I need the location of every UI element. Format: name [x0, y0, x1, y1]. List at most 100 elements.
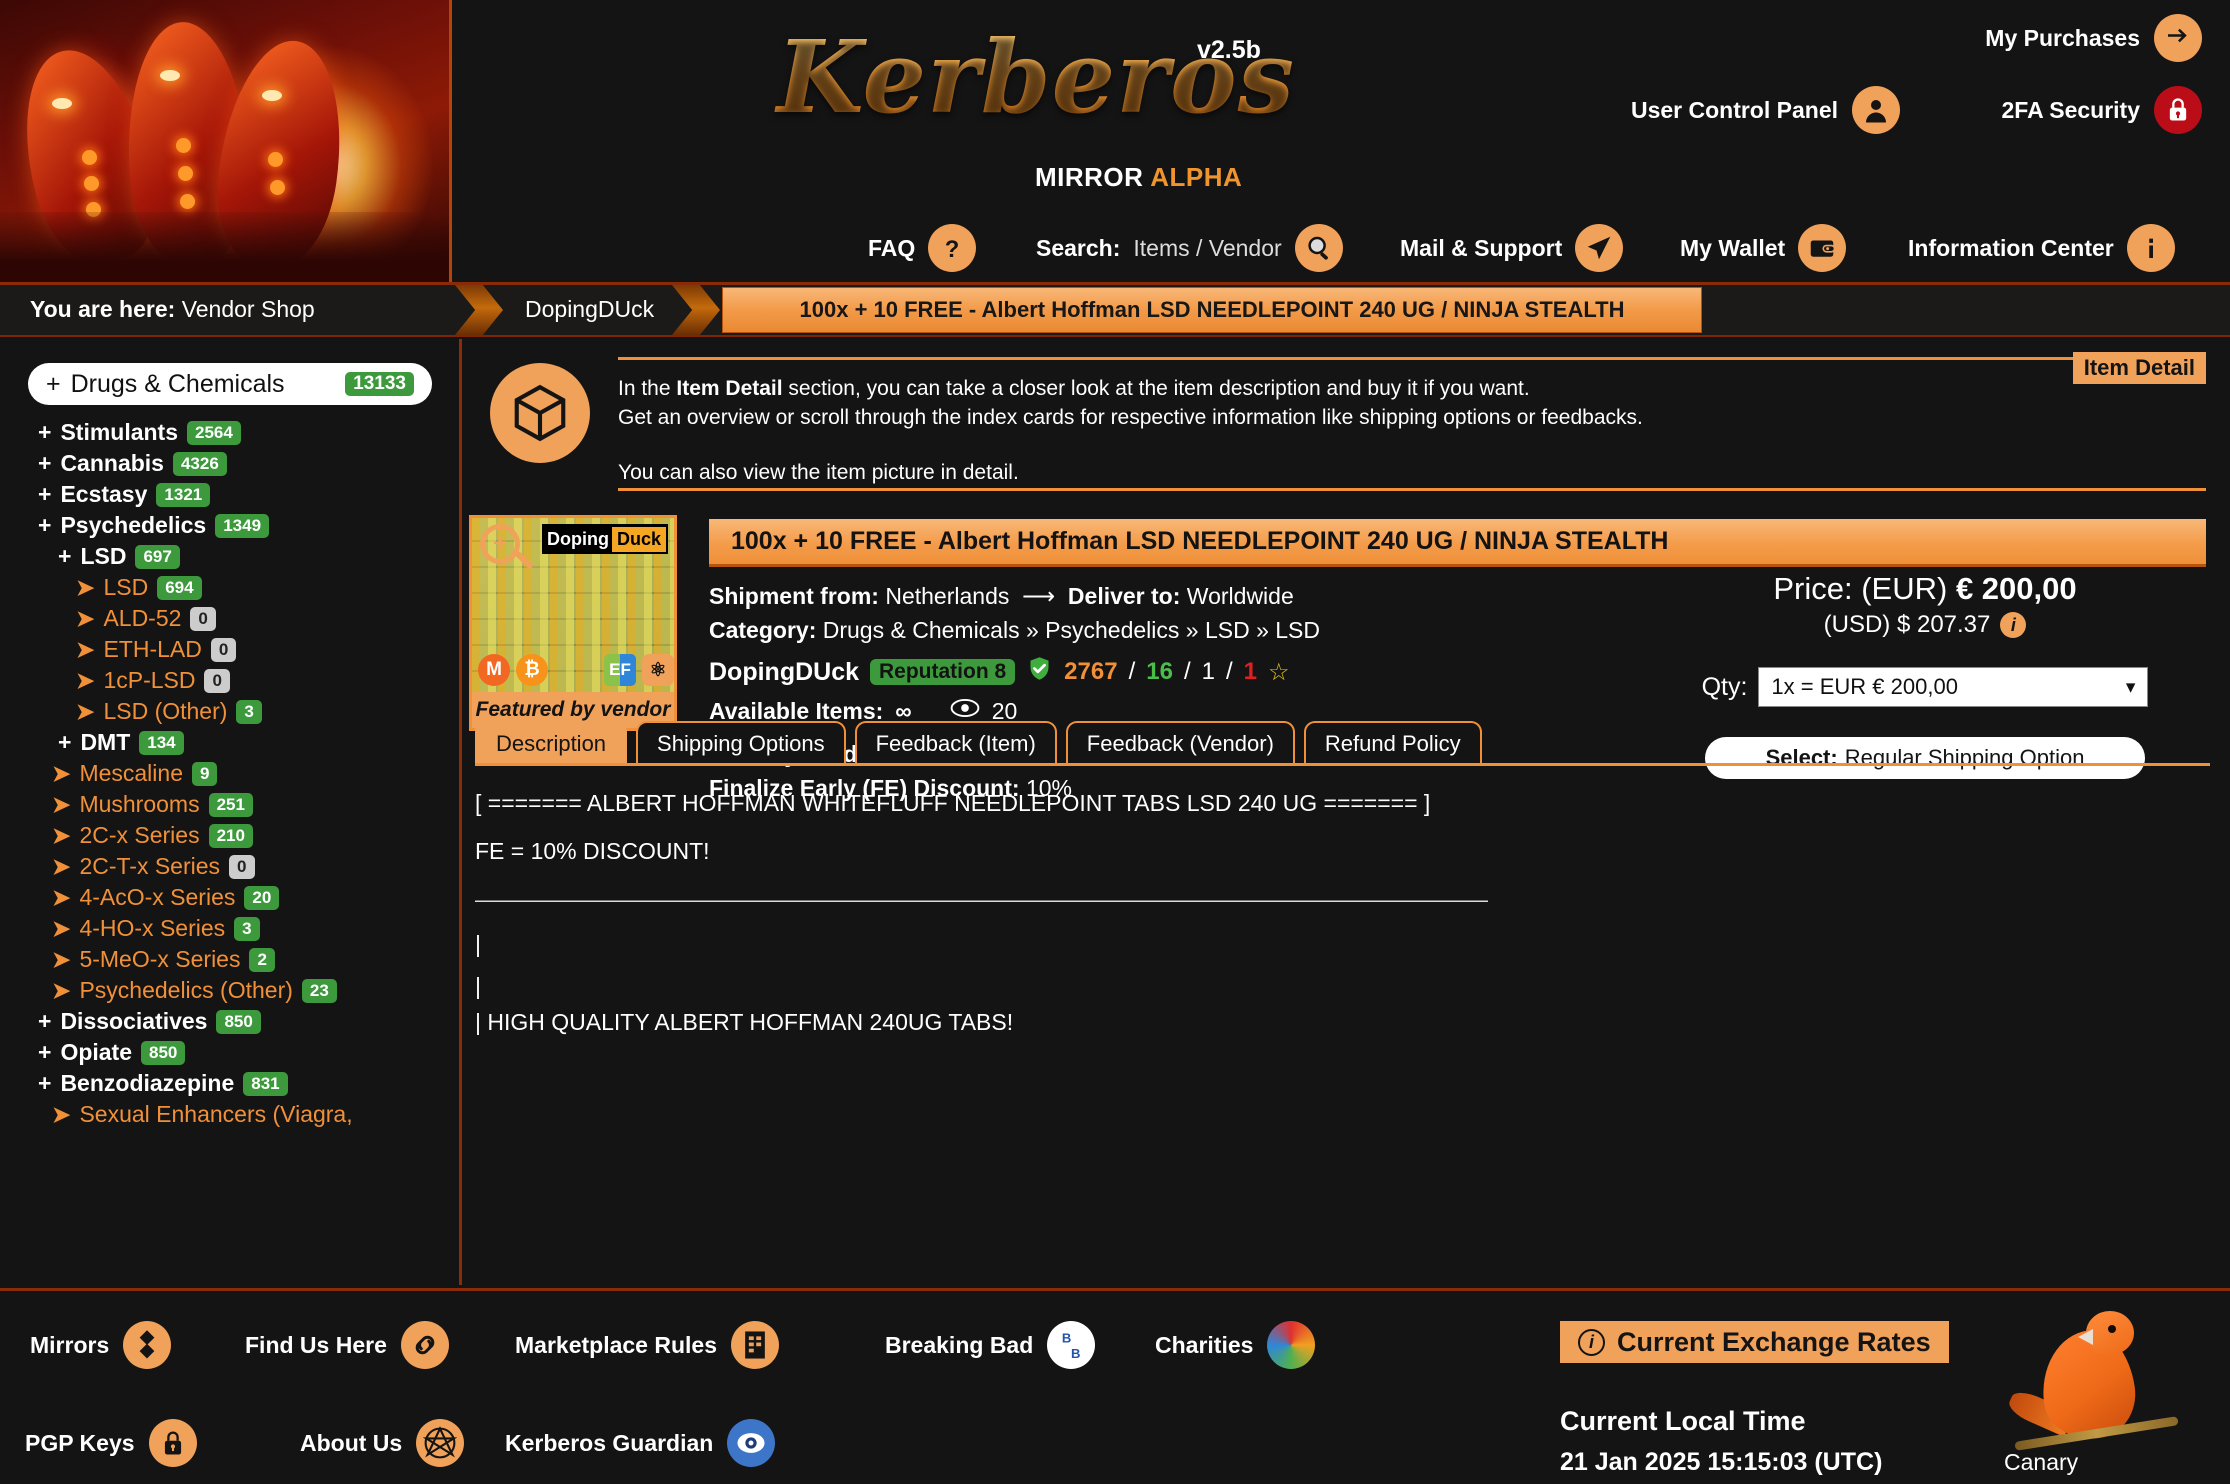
sidebar-item-label: 2C-x Series	[79, 822, 200, 848]
sidebar-item-count: 3	[234, 916, 260, 941]
sidebar-item-label: LSD (Other)	[103, 698, 228, 724]
nav-mail-support[interactable]: Mail & Support	[1400, 224, 1624, 272]
description-pipe-1: |	[475, 931, 481, 957]
footer-mirrors[interactable]: Mirrors	[30, 1321, 172, 1369]
sidebar-item-psychedelics-other[interactable]: ➤ Psychedelics (Other) 23	[52, 975, 459, 1006]
sidebar-item-count: 0	[229, 854, 255, 879]
price-eur-row: Price: (EUR) € 200,00	[1645, 571, 2205, 607]
nav-faq[interactable]: FAQ ?	[868, 224, 977, 272]
info-line-2: Get an overview or scroll through the in…	[618, 406, 1643, 429]
main-content: Item Detail In the Item Detail section, …	[465, 339, 2230, 1285]
sidebar-item-sexual-enhancers-viagra[interactable]: ➤ Sexual Enhancers (Viagra,	[52, 1099, 459, 1130]
package-icon	[490, 363, 590, 463]
nav-information-center[interactable]: Information Center	[1908, 224, 2175, 272]
sidebar-item-opiate[interactable]: + Opiate 850	[38, 1037, 459, 1068]
sidebar-item-label: Opiate	[60, 1039, 133, 1065]
wallet-icon	[1798, 224, 1847, 272]
sidebar-item-benzodiazepine[interactable]: + Benzodiazepine 831	[38, 1068, 459, 1099]
monero-icon: M	[478, 654, 510, 686]
zoom-in-icon[interactable]: +	[480, 524, 520, 564]
product-thumbnail[interactable]: + Doping Duck M ₿ EF ⚛ Featured by vendo…	[469, 515, 677, 731]
sidebar-root-count: 13133	[345, 372, 414, 396]
price-label: Price: (EUR)	[1773, 571, 1948, 606]
sidebar-item-cannabis[interactable]: + Cannabis 4326	[38, 448, 459, 479]
sidebar-item-lsd[interactable]: ➤ LSD 694	[76, 572, 459, 603]
tab-feedback-item[interactable]: Feedback (Item)	[854, 721, 1057, 765]
footer-breaking-bad[interactable]: Breaking Bad BB	[885, 1321, 1096, 1369]
sidebar-item-mescaline[interactable]: ➤ Mescaline 9	[52, 758, 459, 789]
vendor-watermark: Doping Duck	[542, 524, 668, 554]
sidebar-item-lsd-other[interactable]: ➤ LSD (Other) 3	[76, 696, 459, 727]
mirror-label: MIRROR ALPHA	[1035, 162, 1242, 193]
sidebar-item-label: ALD-52	[103, 605, 182, 631]
search-icon	[1294, 224, 1343, 272]
search-scope-value: Items / Vendor	[1133, 234, 1282, 261]
qty-select[interactable]: 1x = EUR € 200,00 ▾	[1758, 667, 2149, 707]
canary-widget[interactable]: Canary	[1990, 1303, 2190, 1478]
sidebar-item-psychedelics[interactable]: + Psychedelics 1349	[38, 510, 459, 541]
sidebar-item-2c-x-series[interactable]: ➤ 2C-x Series 210	[52, 820, 459, 851]
footer-pgp-label: PGP Keys	[25, 1429, 135, 1456]
user-control-panel-link[interactable]: User Control Panel	[1631, 86, 1900, 134]
sidebar-item-label: 2C-T-x Series	[79, 853, 221, 879]
footer-marketplace-rules[interactable]: Marketplace Rules	[515, 1321, 779, 1369]
sidebar-item-eth-lad[interactable]: ➤ ETH-LAD 0	[76, 634, 459, 665]
user-icon	[1852, 86, 1900, 134]
sidebar-item-label: Psychedelics	[60, 512, 207, 538]
qty-selected-value: 1x = EUR € 200,00	[1771, 674, 1958, 699]
sidebar-item-count: 1349	[215, 513, 270, 538]
exchange-rates-label: Current Exchange Rates	[1617, 1326, 1931, 1357]
sidebar-item-count: 4326	[172, 451, 227, 476]
sidebar-item-stimulants[interactable]: + Stimulants 2564	[38, 417, 459, 448]
tab-refund-policy[interactable]: Refund Policy	[1303, 721, 1482, 765]
sidebar-item-1cp-lsd[interactable]: ➤ 1cP-LSD 0	[76, 665, 459, 696]
arrow-right-icon: ➤	[52, 791, 71, 817]
tab-feedback-vendor[interactable]: Feedback (Vendor)	[1065, 721, 1295, 765]
sidebar-item-dissociatives[interactable]: + Dissociatives 850	[38, 1006, 459, 1037]
my-purchases-link[interactable]: My Purchases	[1985, 14, 2202, 62]
2fa-security-link[interactable]: 2FA Security	[2002, 86, 2202, 134]
description-pipe-2: |	[475, 973, 481, 999]
expand-plus-icon: +	[38, 512, 52, 538]
sidebar-item-2c-t-x-series[interactable]: ➤ 2C-T-x Series 0	[52, 851, 459, 882]
tab-label: Feedback (Item)	[875, 731, 1036, 756]
sidebar-item-4-aco-x-series[interactable]: ➤ 4-AcO-x Series 20	[52, 882, 459, 913]
price-info-icon[interactable]: i	[2000, 612, 2027, 638]
expand-plus-icon: +	[38, 450, 52, 476]
description-line-2: FE = 10% DISCOUNT!	[475, 838, 710, 864]
exchange-info-icon: i	[1578, 1328, 1605, 1356]
main-nav: FAQ ? Search: Items / Vendor Mail & Supp…	[0, 218, 2230, 280]
svg-text:B: B	[1062, 1330, 1071, 1345]
sidebar-item-label: ETH-LAD	[103, 636, 202, 662]
exchange-rates-button[interactable]: i Current Exchange Rates	[1560, 1321, 1949, 1363]
vendor-name[interactable]: DopingDUck	[709, 658, 859, 687]
footer-pgp-keys[interactable]: PGP Keys	[25, 1419, 197, 1467]
footer-find-us-here[interactable]: Find Us Here	[245, 1321, 449, 1369]
breadcrumb-vendor[interactable]: DopingDUck	[525, 296, 654, 323]
atom-icon: ⚛	[642, 654, 674, 686]
description-line-1: [ ======= ALBERT HOFFMAN WHITEFLUFF NEED…	[475, 790, 1431, 816]
sidebar-item-5-meo-x-series[interactable]: ➤ 5-MeO-x Series 2	[52, 944, 459, 975]
nav-search[interactable]: Search: Items / Vendor	[1036, 224, 1343, 272]
sidebar-item-count: 1321	[156, 482, 211, 507]
footer-charities[interactable]: Charities	[1155, 1321, 1316, 1369]
sidebar-item-count: 0	[190, 606, 216, 631]
sidebar-item-lsd[interactable]: + LSD 697	[58, 541, 459, 572]
tab-description[interactable]: Description	[475, 721, 628, 765]
description-content: [ ======= ALBERT HOFFMAN WHITEFLUFF NEED…	[475, 779, 2210, 1037]
sidebar-item-ald-52[interactable]: ➤ ALD-52 0	[76, 603, 459, 634]
breadcrumb-root[interactable]: You are here: Vendor Shop	[30, 296, 315, 323]
footer-about-us[interactable]: About Us	[300, 1419, 465, 1467]
footer-kerberos-guardian[interactable]: Kerberos Guardian	[505, 1419, 776, 1467]
sidebar-item-ecstasy[interactable]: + Ecstasy 1321	[38, 479, 459, 510]
sidebar-item-dmt[interactable]: + DMT 134	[58, 727, 459, 758]
nav-my-wallet[interactable]: My Wallet	[1680, 224, 1847, 272]
sidebar-item-label: 5-MeO-x Series	[79, 946, 241, 972]
sidebar-item-4-ho-x-series[interactable]: ➤ 4-HO-x Series 3	[52, 913, 459, 944]
tab-shipping-options[interactable]: Shipping Options	[636, 721, 846, 765]
sidebar-item-count: 2	[249, 947, 275, 972]
sidebar-item-mushrooms[interactable]: ➤ Mushrooms 251	[52, 789, 459, 820]
sidebar-root-drugs-and-chemicals[interactable]: + Drugs & Chemicals 13133	[28, 363, 432, 405]
my-purchases-label: My Purchases	[1985, 24, 2140, 51]
stat-sep: /	[1128, 658, 1136, 685]
